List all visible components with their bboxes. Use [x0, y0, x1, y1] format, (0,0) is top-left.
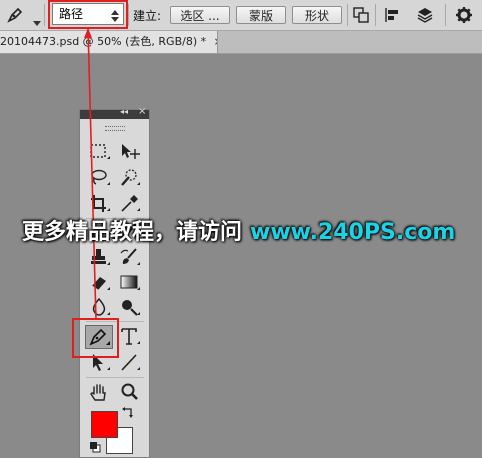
watermark-url: www.240PS.com — [250, 220, 456, 245]
watermark: 更多精品教程，请访问 www.240PS.com — [22, 214, 455, 246]
watermark-text: 更多精品教程，请访问 — [22, 220, 243, 245]
